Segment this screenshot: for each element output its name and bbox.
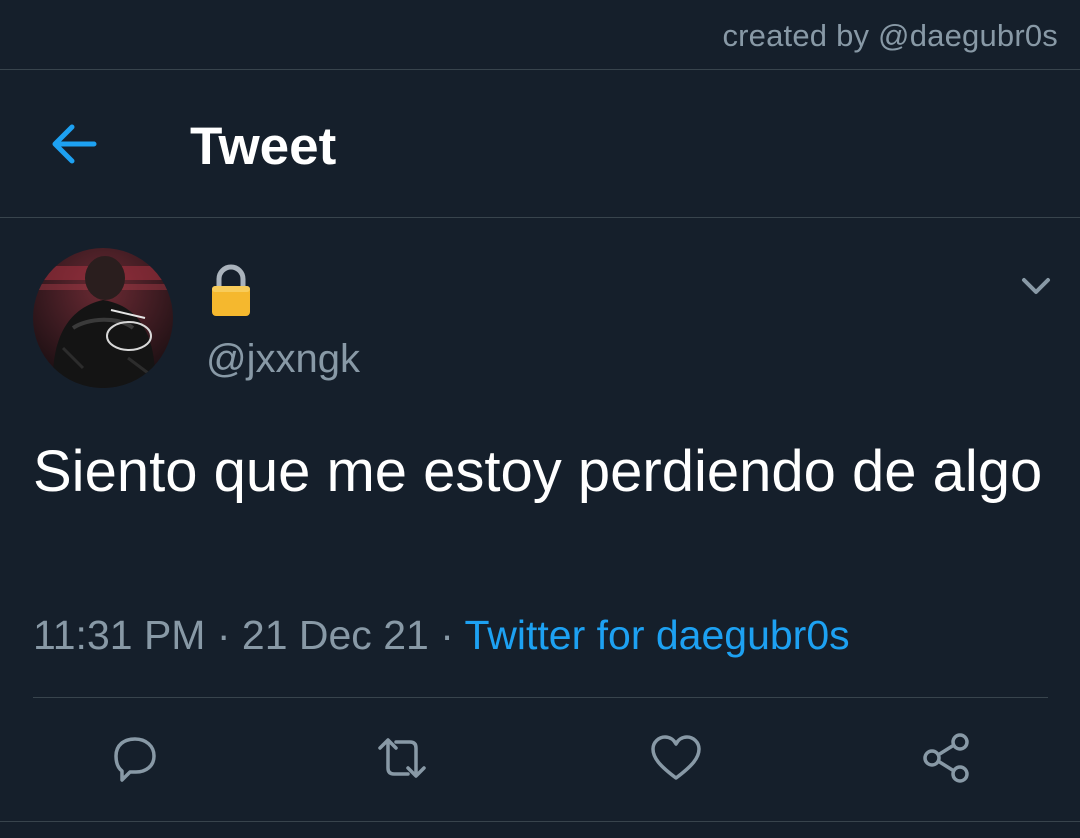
- arrow-left-icon: [52, 124, 97, 164]
- tweet-menu-button[interactable]: [1016, 268, 1056, 304]
- reply-button[interactable]: [106, 730, 162, 786]
- divider: [33, 697, 1048, 698]
- tweet-time: 11:31 PM: [33, 612, 206, 658]
- bottom-divider: [0, 821, 1080, 822]
- meta-separator: ·: [205, 612, 242, 658]
- tweet-source-link[interactable]: Twitter for daegubr0s: [465, 612, 850, 658]
- tweet-meta: 11:31 PM · 21 Dec 21 · Twitter for daegu…: [33, 612, 850, 659]
- back-button[interactable]: [44, 114, 104, 174]
- tweet-text: Siento que me estoy perdiendo de algo: [33, 439, 1043, 504]
- tweet-date: 21 Dec 21: [241, 612, 429, 658]
- meta-separator: ·: [428, 612, 465, 658]
- reply-icon: [114, 737, 156, 782]
- avatar[interactable]: [33, 248, 173, 388]
- share-icon: [923, 733, 969, 783]
- lock-icon: [209, 264, 253, 318]
- like-button[interactable]: [648, 730, 704, 786]
- header: Tweet: [0, 70, 1080, 218]
- chevron-down-icon: [1022, 278, 1050, 294]
- credit-bar: created by @daegubr0s: [0, 0, 1080, 70]
- retweet-button[interactable]: [374, 730, 430, 786]
- page-title: Tweet: [190, 117, 337, 176]
- user-handle[interactable]: @jxxngk: [206, 337, 360, 382]
- credit-text: created by @daegubr0s: [722, 18, 1058, 53]
- heart-icon: [651, 735, 701, 780]
- share-button[interactable]: [918, 730, 974, 786]
- retweet-icon: [378, 738, 426, 778]
